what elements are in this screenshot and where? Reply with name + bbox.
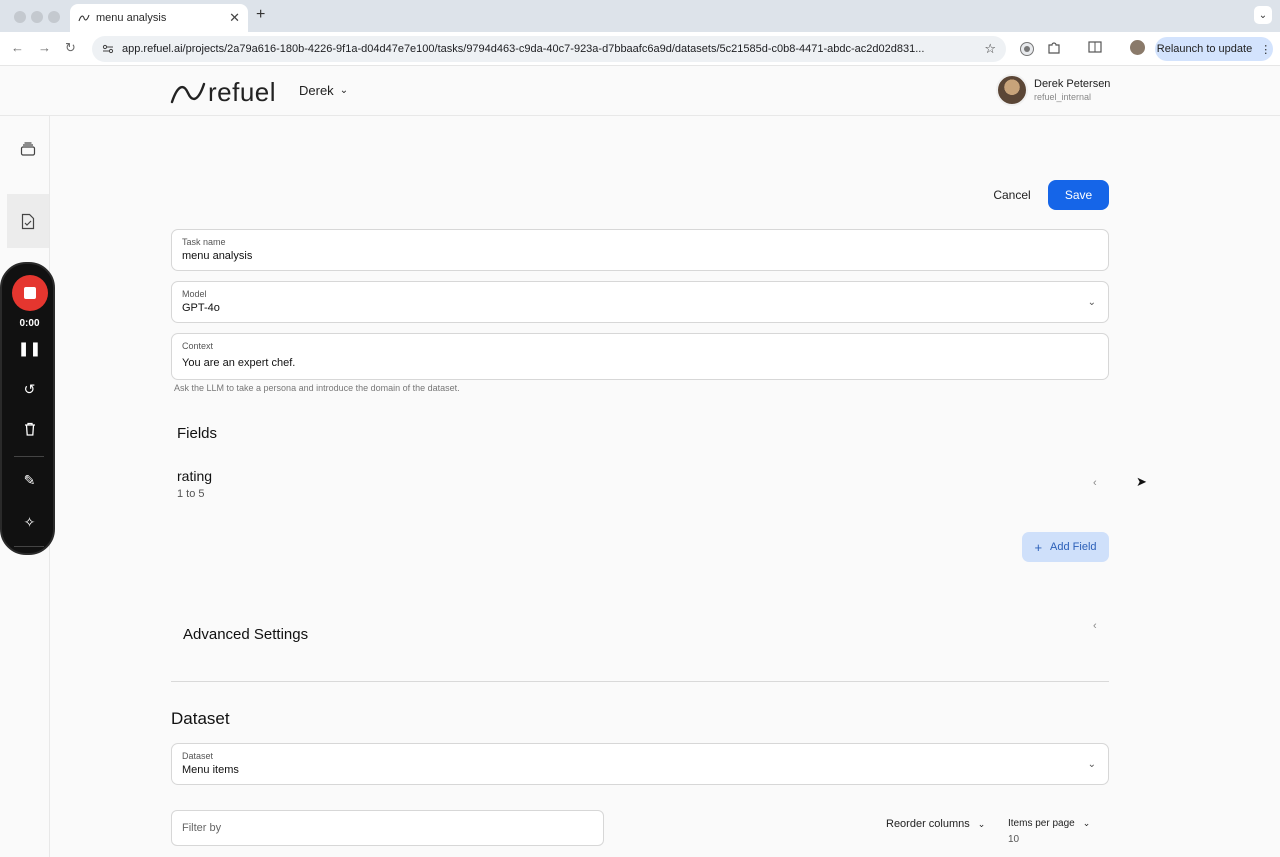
logo-text: refuel [208, 77, 277, 107]
magic-wand-icon[interactable]: ✧ [2, 514, 57, 531]
address-bar[interactable]: app.refuel.ai/projects/2a79a616-180b-422… [92, 36, 1006, 62]
fields-section-title: Fields [177, 425, 218, 442]
mouse-cursor-icon: ➤ [1136, 474, 1147, 489]
forward-icon[interactable]: → [38, 40, 51, 55]
add-field-label: Add Field [1050, 541, 1097, 553]
items-per-page-dropdown[interactable]: Items per page ⌄ [1008, 818, 1090, 829]
profile-avatar[interactable] [1130, 40, 1145, 55]
dataset-label: Dataset [182, 751, 214, 761]
dataset-select[interactable]: Dataset Menu items ⌄ [171, 743, 1109, 785]
browser-toolbar: ← → ↻ app.refuel.ai/projects/2a79a616-18… [0, 32, 1280, 66]
chevron-left-icon[interactable]: ‹ [1093, 620, 1097, 632]
context-label: Context [182, 341, 214, 351]
url-text: app.refuel.ai/projects/2a79a616-180b-422… [122, 43, 925, 55]
plus-icon: + [1034, 539, 1043, 555]
chevron-down-icon: ⌄ [1087, 759, 1096, 770]
database-stack-icon [20, 142, 36, 156]
task-name-field[interactable]: Task name menu analysis [171, 229, 1109, 271]
model-value: GPT-4o [182, 302, 220, 314]
refuel-favicon-icon [78, 14, 90, 22]
save-button[interactable]: Save [1048, 180, 1109, 210]
stop-icon [24, 287, 36, 299]
browser-menu-icon[interactable]: ⋮ [1260, 43, 1271, 56]
workspace-name: Derek [299, 83, 334, 98]
chevron-down-icon: ⌄ [1087, 297, 1096, 308]
chevron-left-icon[interactable]: ‹ [1093, 477, 1097, 489]
advanced-settings-title[interactable]: Advanced Settings [183, 626, 308, 643]
relaunch-button[interactable]: Relaunch to update ⋮ [1155, 37, 1273, 61]
tab-title: menu analysis [96, 12, 167, 24]
user-org: refuel_internal [1034, 92, 1092, 102]
dataset-value: Menu items [182, 764, 239, 776]
user-avatar [996, 74, 1028, 106]
chevron-down-icon: ⌄ [977, 819, 986, 829]
items-per-page-value: 10 [1008, 834, 1020, 845]
task-name-label: Task name [182, 237, 226, 247]
recording-timer: 0:00 [19, 318, 40, 329]
window-close-control[interactable] [14, 11, 26, 23]
extension-icon[interactable] [1019, 41, 1035, 57]
pencil-icon[interactable]: ✎ [2, 472, 57, 489]
extensions-puzzle-icon[interactable] [1047, 41, 1061, 55]
stop-recording-button[interactable] [12, 275, 48, 311]
context-field[interactable]: Context You are an expert chef. [171, 333, 1109, 380]
reading-mode-icon[interactable] [1088, 41, 1102, 53]
window-zoom-control[interactable] [48, 11, 60, 23]
browser-tab-bar: menu analysis ✕ + ⌄ [0, 0, 1280, 32]
filter-placeholder: Filter by [182, 822, 222, 834]
site-settings-icon[interactable] [102, 43, 114, 55]
user-name: Derek Petersen [1034, 78, 1111, 90]
refuel-logo-icon [170, 82, 206, 103]
context-helper-text: Ask the LLM to take a persona and introd… [174, 383, 460, 393]
reorder-columns-label: Reorder columns [886, 818, 970, 830]
toolbar-divider-bottom [14, 546, 44, 547]
model-select[interactable]: Model GPT-4o ⌄ [171, 281, 1109, 323]
screen-recorder-toolbar: 0:00 ❚❚ ↺ ✎ ✧ [0, 262, 55, 555]
new-tab-button[interactable]: + [256, 6, 265, 24]
chevron-down-icon: ⌄ [1082, 818, 1091, 828]
tab-close-icon[interactable]: ✕ [229, 10, 240, 26]
reorder-columns-dropdown[interactable]: Reorder columns ⌄ [886, 818, 985, 830]
sidebar-item-tasks[interactable] [7, 194, 49, 248]
filter-input[interactable]: Filter by [171, 810, 604, 846]
tab-search-button[interactable]: ⌄ [1254, 6, 1272, 24]
app-header: refuel Derek ⌄ Derek Petersen refuel_int… [0, 66, 1280, 116]
section-divider [171, 681, 1109, 682]
browser-tab-active[interactable]: menu analysis ✕ [70, 4, 248, 32]
items-per-page-label: Items per page [1008, 818, 1075, 829]
user-menu[interactable]: Derek Petersen refuel_internal [996, 74, 1110, 106]
pause-icon[interactable]: ❚❚ [2, 340, 57, 357]
chevron-down-icon: ⌄ [339, 85, 349, 96]
window-minimize-control[interactable] [31, 11, 43, 23]
toolbar-divider [14, 456, 44, 457]
add-field-button[interactable]: + Add Field [1022, 532, 1109, 562]
field-item-description: 1 to 5 [177, 488, 205, 500]
bookmark-star-icon[interactable]: ☆ [984, 41, 996, 57]
relaunch-label: Relaunch to update [1156, 43, 1253, 55]
trash-icon[interactable] [2, 422, 57, 439]
restart-icon[interactable]: ↺ [2, 381, 57, 398]
dataset-section-title: Dataset [171, 709, 230, 728]
sidebar-item-datasets[interactable] [7, 122, 49, 176]
task-name-value: menu analysis [182, 250, 253, 262]
field-item-name[interactable]: rating [177, 468, 212, 484]
back-icon[interactable]: ← [11, 40, 24, 55]
workspace-selector[interactable]: Derek ⌄ [299, 83, 348, 98]
reload-icon[interactable]: ↻ [65, 40, 76, 56]
task-file-check-icon [21, 213, 35, 229]
refuel-logo[interactable]: refuel [170, 77, 276, 108]
context-value: You are an expert chef. [182, 357, 296, 369]
cancel-button[interactable]: Cancel [986, 181, 1038, 209]
model-label: Model [182, 289, 207, 299]
